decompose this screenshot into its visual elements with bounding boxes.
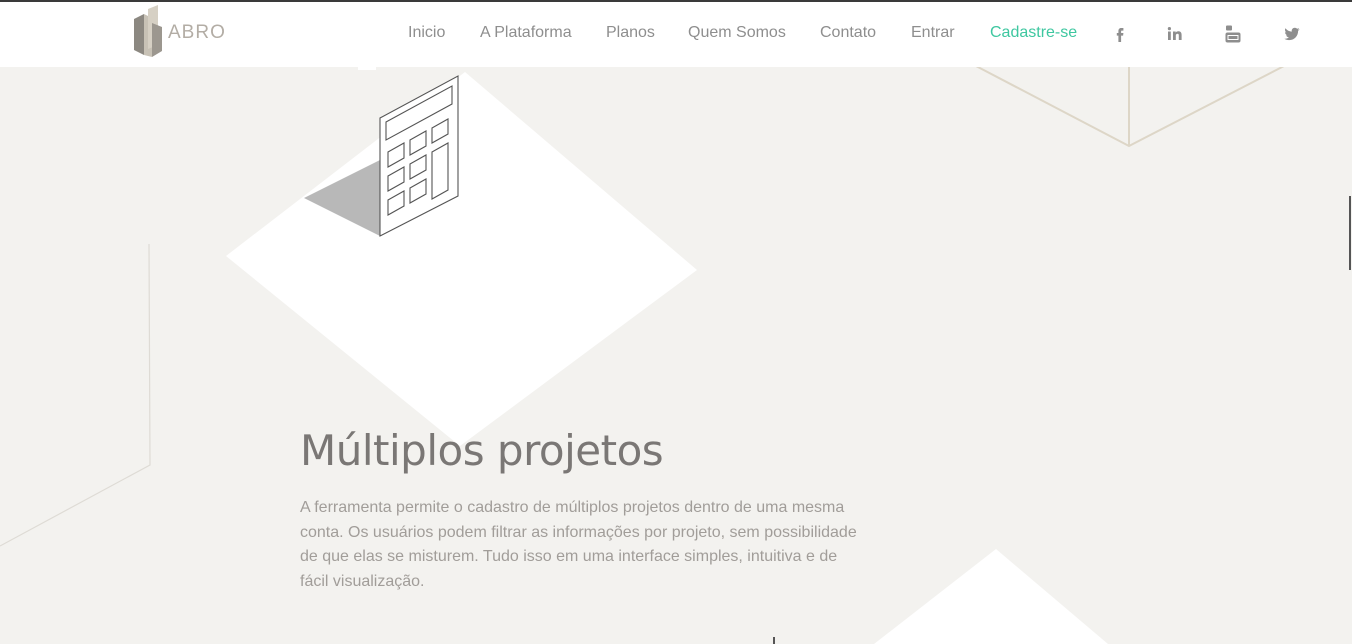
white-diamond-bottom — [874, 549, 1108, 644]
section-title: Múltiplos projetos — [300, 426, 664, 475]
nav-item-contato[interactable]: Contato — [820, 24, 876, 42]
linkedin-icon[interactable] — [1165, 24, 1185, 44]
section-description: A ferramenta permite o cadastro de múlti… — [300, 499, 857, 590]
nav-item-planos[interactable]: Planos — [606, 24, 655, 42]
nav-item-entrar[interactable]: Entrar — [911, 24, 955, 42]
outline-shapes — [975, 65, 1285, 148]
navbar: ABRO Inicio A Plataforma Planos Quem Som… — [0, 2, 1352, 67]
twitter-icon[interactable] — [1282, 24, 1302, 44]
nav-item-quem-somos[interactable]: Quem Somos — [688, 24, 786, 42]
nav-menu: Inicio A Plataforma Planos Quem Somos Co… — [0, 2, 1352, 67]
nav-item-inicio[interactable]: Inicio — [408, 24, 445, 42]
scroll-indicator[interactable] — [1349, 196, 1351, 270]
divider-mark — [773, 637, 775, 644]
youtube-icon[interactable] — [1223, 24, 1243, 44]
nav-item-a-plataforma[interactable]: A Plataforma — [480, 24, 572, 42]
facebook-icon[interactable] — [1110, 24, 1130, 44]
white-diamond — [226, 72, 697, 446]
nav-item-cadastre-se[interactable]: Cadastre-se — [990, 24, 1077, 42]
